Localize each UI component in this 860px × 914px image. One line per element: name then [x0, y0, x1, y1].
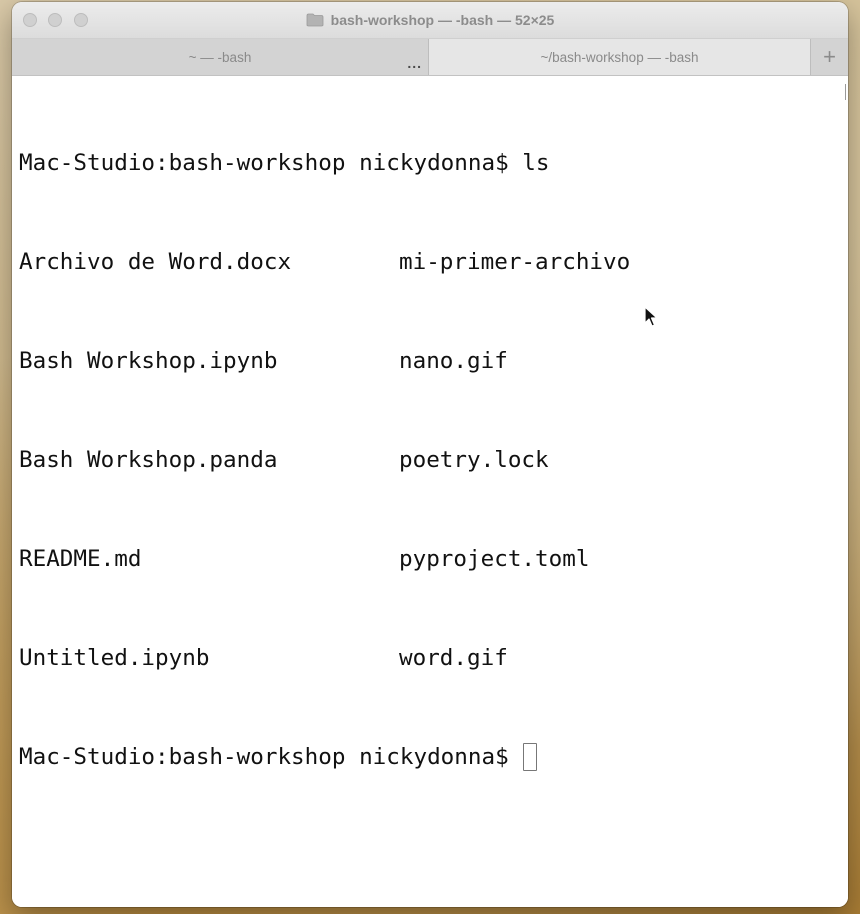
tab-overflow-indicator: ... [407, 55, 422, 71]
listing-row: Bash Workshop.ipynb nano.gif [19, 345, 848, 378]
listing-row: Untitled.ipynb word.gif [19, 642, 848, 675]
prompt-line: Mac-Studio:bash-workshop nickydonna$ [19, 741, 848, 774]
file-name: Bash Workshop.ipynb [19, 348, 278, 374]
file-name: Untitled.ipynb [19, 645, 210, 671]
scroll-indicator [845, 84, 846, 100]
command-line: Mac-Studio:bash-workshop nickydonna$ ls [19, 147, 848, 180]
window-title: bash-workshop — -bash — 52×25 [12, 2, 848, 38]
text-cursor [522, 743, 537, 771]
file-name: README.md [19, 546, 142, 572]
listing-row: Archivo de Word.docx mi-primer-archivo [19, 246, 848, 279]
listing-row: Bash Workshop.panda poetry.lock [19, 444, 848, 477]
terminal-output[interactable]: Mac-Studio:bash-workshop nickydonna$ ls … [12, 76, 848, 907]
file-name: word.gif [399, 645, 508, 671]
tab-label: ~ — -bash [188, 49, 252, 65]
file-name: mi-primer-archivo [399, 249, 631, 275]
file-name: poetry.lock [399, 447, 549, 473]
folder-icon [306, 13, 324, 27]
tab-bash-workshop[interactable]: ~/bash-workshop — -bash [429, 39, 810, 75]
mouse-pointer-icon [644, 306, 658, 328]
new-tab-button[interactable]: + [810, 39, 848, 75]
window-title-text: bash-workshop — -bash — 52×25 [330, 12, 555, 28]
title-bar[interactable]: bash-workshop — -bash — 52×25 [12, 2, 848, 39]
command-text: Mac-Studio:bash-workshop nickydonna$ ls [19, 150, 550, 176]
file-name: Archivo de Word.docx [19, 249, 292, 275]
tab-home-bash[interactable]: ~ — -bash ... [12, 39, 429, 75]
file-name: pyproject.toml [399, 546, 590, 572]
listing-row: README.md pyproject.toml [19, 543, 848, 576]
tab-bar: ~ — -bash ... ~/bash-workshop — -bash + [12, 39, 848, 76]
prompt-text: Mac-Studio:bash-workshop nickydonna$ [19, 744, 509, 770]
terminal-window: bash-workshop — -bash — 52×25 ~ — -bash … [12, 2, 848, 907]
file-name: Bash Workshop.panda [19, 447, 278, 473]
tab-label: ~/bash-workshop — -bash [540, 49, 699, 65]
file-name: nano.gif [399, 348, 508, 374]
